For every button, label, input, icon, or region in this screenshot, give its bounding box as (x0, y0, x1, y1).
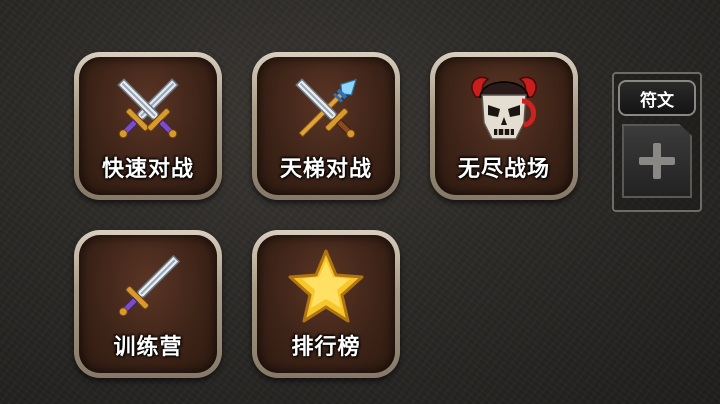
rune-tab[interactable]: 符文 (618, 80, 696, 116)
quick-battle-panel: 快速对战 (79, 57, 217, 195)
training-camp-button[interactable]: 训练营 (74, 230, 222, 378)
training-camp-panel: 训练营 (79, 235, 217, 373)
leaderboard-label: 排行榜 (291, 335, 361, 360)
endless-battlefield-button[interactable]: 无尽战场 (430, 52, 578, 200)
quick-battle-button[interactable]: 快速对战 (74, 52, 222, 200)
add-rune-slot[interactable] (622, 124, 692, 198)
demon-skull-helmet-icon (471, 76, 537, 140)
quick-battle-label: 快速对战 (101, 157, 194, 182)
sword-and-spear-icon (295, 78, 357, 139)
endless-battlefield-label: 无尽战场 (457, 157, 550, 182)
leaderboard-panel: 排行榜 (257, 235, 395, 373)
crossed-swords-icon (117, 78, 179, 139)
ladder-battle-panel: 天梯对战 (257, 57, 395, 195)
sword-icon (118, 254, 181, 317)
plus-icon (639, 143, 675, 179)
training-camp-label: 训练营 (113, 335, 183, 360)
rune-panel: 符文 (612, 72, 702, 212)
ladder-battle-label: 天梯对战 (279, 157, 372, 182)
leaderboard-button[interactable]: 排行榜 (252, 230, 400, 378)
star-icon (288, 249, 364, 323)
endless-battlefield-panel: 无尽战场 (435, 57, 573, 195)
ladder-battle-button[interactable]: 天梯对战 (252, 52, 400, 200)
